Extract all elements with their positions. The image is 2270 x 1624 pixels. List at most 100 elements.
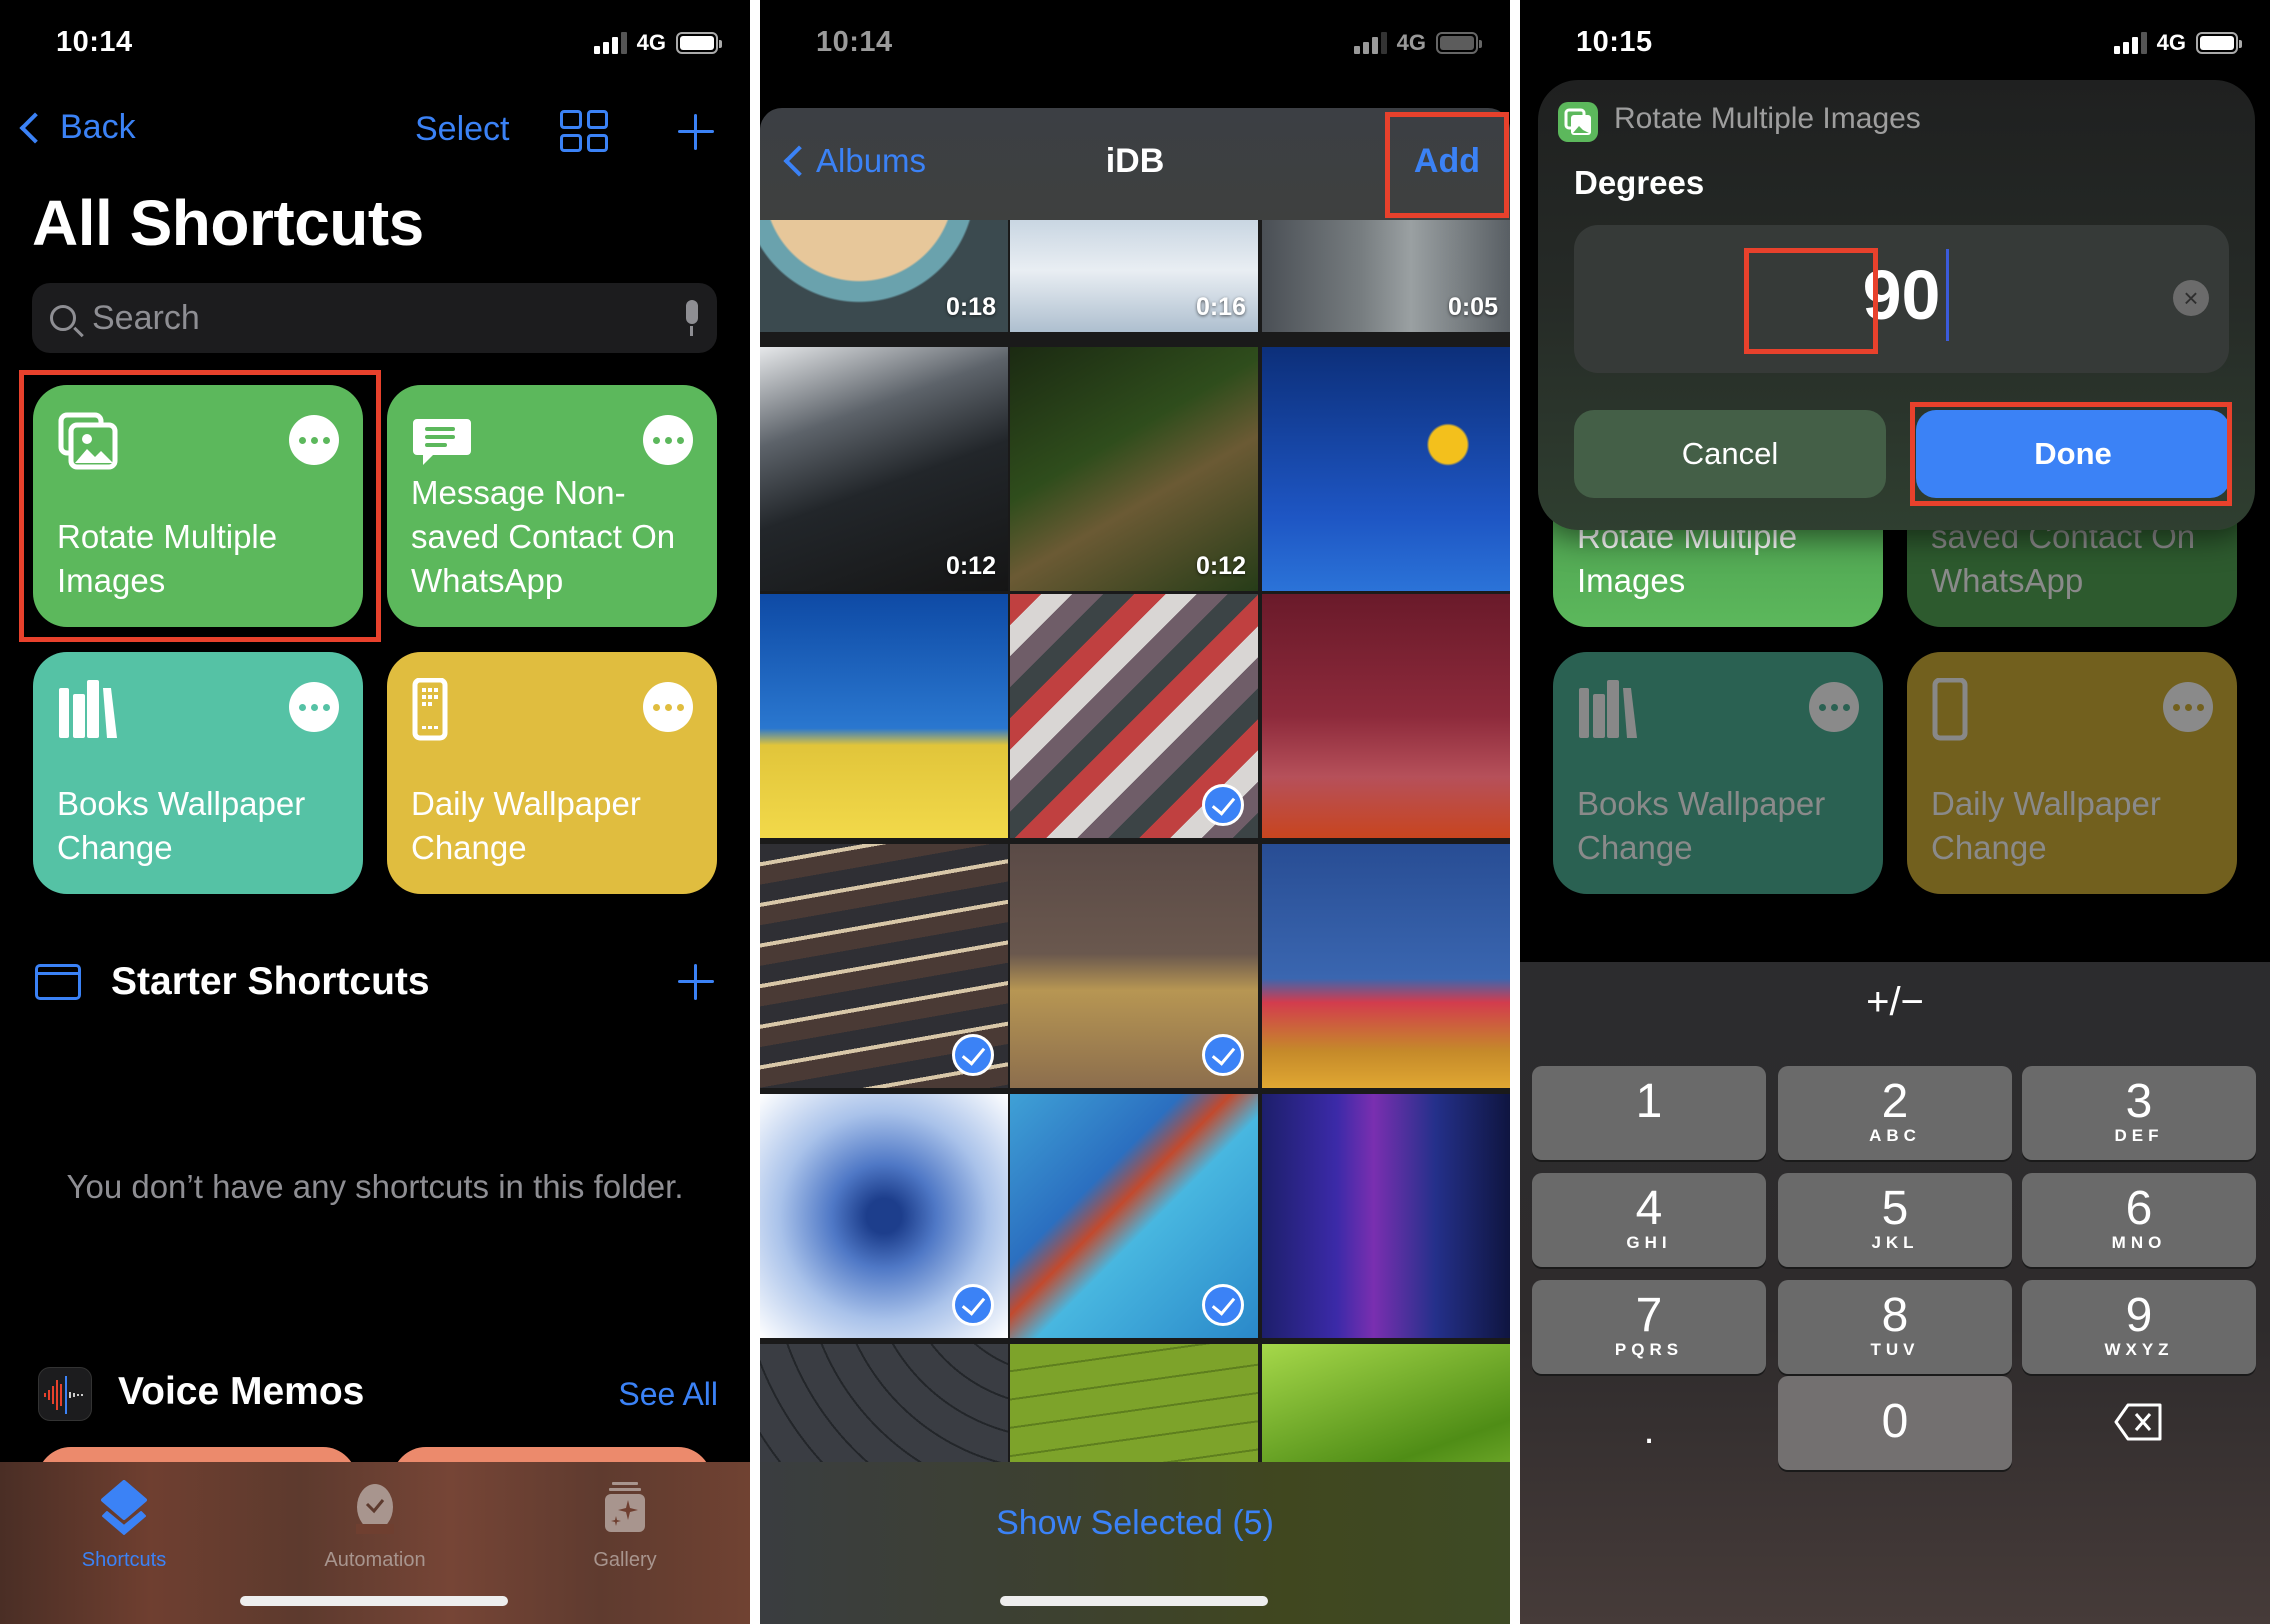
degrees-value: 90 [1862,256,1941,334]
add-button[interactable]: Add [1414,142,1480,181]
tab-bar: Shortcuts Automation Gallery [0,1462,750,1624]
photo-thumbnail[interactable] [760,844,1008,1088]
more-options-button[interactable] [643,415,693,465]
video-duration: 0:16 [1195,293,1246,321]
key-digit: 2 [1881,1075,1909,1128]
status-time: 10:14 [56,26,133,58]
layers-icon [101,1480,147,1535]
tab-gallery[interactable]: Gallery [545,1480,705,1572]
video-duration: 0:12 [945,552,996,580]
backspace-key[interactable] [2022,1376,2256,1470]
photo-thumbnail[interactable]: 0:12 [1010,347,1258,591]
tab-automation[interactable]: Automation [295,1480,455,1572]
shortcut-card-daily-wallpaper[interactable]: Daily Wallpaper Change [387,652,717,894]
photo-thumbnail[interactable] [1262,347,1510,591]
photo-thumbnail[interactable]: 0:12 [760,347,1008,591]
photo-thumbnail[interactable]: 0:16 [1010,220,1258,332]
signal-icon [593,32,627,54]
background-card-books: Books Wallpaper Change [1553,652,1883,894]
key-1[interactable]: 1 [1532,1066,1766,1160]
key-letters: MNO [2111,1233,2167,1252]
clock-check-icon [356,1484,394,1534]
key-4[interactable]: 4 GHI [1532,1173,1766,1267]
chevron-left-icon [19,111,51,144]
status-time: 10:15 [1576,26,1653,58]
grid-view-icon[interactable] [560,110,608,152]
background-card-daily: Daily Wallpaper Change [1907,652,2237,894]
phone-grid-icon [412,678,448,741]
key-8[interactable]: 8 TUV [1778,1280,2012,1374]
dialog-app-name: Rotate Multiple Images [1614,102,1921,135]
status-icons: 4G [1353,30,1482,56]
signal-icon [1353,32,1387,54]
status-icons: 4G [2113,30,2242,56]
plus-minus-key[interactable]: +/− [1520,980,2270,1025]
shortcut-name: Rotate Multiple Images [57,518,278,599]
tab-label: Gallery [593,1549,657,1571]
search-bar[interactable] [32,283,717,353]
key-letters: JKL [1871,1233,1919,1252]
more-options-button[interactable] [643,682,693,732]
search-icon [50,305,76,331]
search-input[interactable] [92,298,683,338]
photo-thumbnail[interactable] [760,1094,1008,1338]
photo-thumbnail[interactable] [1010,1094,1258,1338]
photo-thumbnail[interactable] [1262,844,1510,1088]
more-options-button[interactable] [289,682,339,732]
done-button[interactable]: Done [1916,410,2230,498]
clear-text-icon[interactable]: × [2173,280,2209,316]
photo-thumbnail[interactable] [1010,844,1258,1088]
books-icon [1579,680,1637,738]
photo-thumbnail[interactable] [1262,1094,1510,1338]
shortcut-card-message-whatsapp[interactable]: Message Non-saved Contact On WhatsApp [387,385,717,627]
key-9[interactable]: 9 WXYZ [2022,1280,2256,1374]
photo-thumbnail[interactable]: 0:05 [1262,220,1510,332]
status-time: 10:14 [816,26,893,58]
shortcut-name: Daily Wallpaper Change [1931,785,2161,866]
photo-thumbnail[interactable] [760,594,1008,838]
shortcut-card-rotate-multiple-images[interactable]: Rotate Multiple Images [33,385,363,627]
select-button[interactable]: Select [415,110,510,149]
battery-icon [1436,32,1482,54]
battery-icon [676,32,722,54]
microphone-icon[interactable] [683,300,699,336]
key-5[interactable]: 5 JKL [1778,1173,2012,1267]
back-button[interactable]: Back [16,108,136,147]
key-0[interactable]: 0 [1778,1376,2012,1470]
books-icon [59,680,117,738]
cancel-button[interactable]: Cancel [1574,410,1886,498]
selected-checkmark-icon [1202,1284,1244,1326]
key-7[interactable]: 7 PQRS [1532,1280,1766,1374]
shortcut-app-icon [1558,102,1598,142]
photo-thumbnail[interactable] [1010,594,1258,838]
tab-shortcuts[interactable]: Shortcuts [44,1480,204,1572]
photo-thumbnail[interactable] [1262,594,1510,838]
see-all-link[interactable]: See All [618,1376,718,1413]
more-options-button[interactable] [289,415,339,465]
phone-grid-icon [1932,678,1968,741]
video-duration: 0:05 [1447,293,1498,321]
voice-memos-title: Voice Memos [118,1370,365,1413]
key-letters: DEF [2114,1126,2164,1145]
key-letters: WXYZ [2104,1340,2174,1359]
key-3[interactable]: 3 DEF [2022,1066,2256,1160]
add-shortcut-button[interactable] [678,114,714,150]
photo-thumbnail[interactable]: 0:18 [760,220,1008,332]
key-letters: ABC [1869,1126,1921,1145]
key-decimal[interactable]: . [1532,1390,1766,1484]
video-duration: 0:12 [1195,552,1246,580]
key-digit: 0 [1881,1395,1909,1448]
selected-checkmark-icon [1202,1034,1244,1076]
battery-icon [2196,32,2242,54]
key-6[interactable]: 6 MNO [2022,1173,2256,1267]
album-title: iDB [1105,142,1165,180]
tab-label: Automation [324,1549,426,1571]
key-2[interactable]: 2 ABC [1778,1066,2012,1160]
show-selected-button[interactable]: Show Selected (5) [760,1504,1510,1543]
selected-checkmark-icon [952,1034,994,1076]
photo-picker-screen: 10:14 4G Albums iDB Add 0:18 0:16 0:05 0:12… [760,0,1510,1624]
folder-header[interactable]: Starter Shortcuts [35,960,430,1004]
degrees-input[interactable]: 90 × [1574,225,2229,373]
add-to-folder-button[interactable] [678,964,714,1000]
shortcut-card-books-wallpaper[interactable]: Books Wallpaper Change [33,652,363,894]
